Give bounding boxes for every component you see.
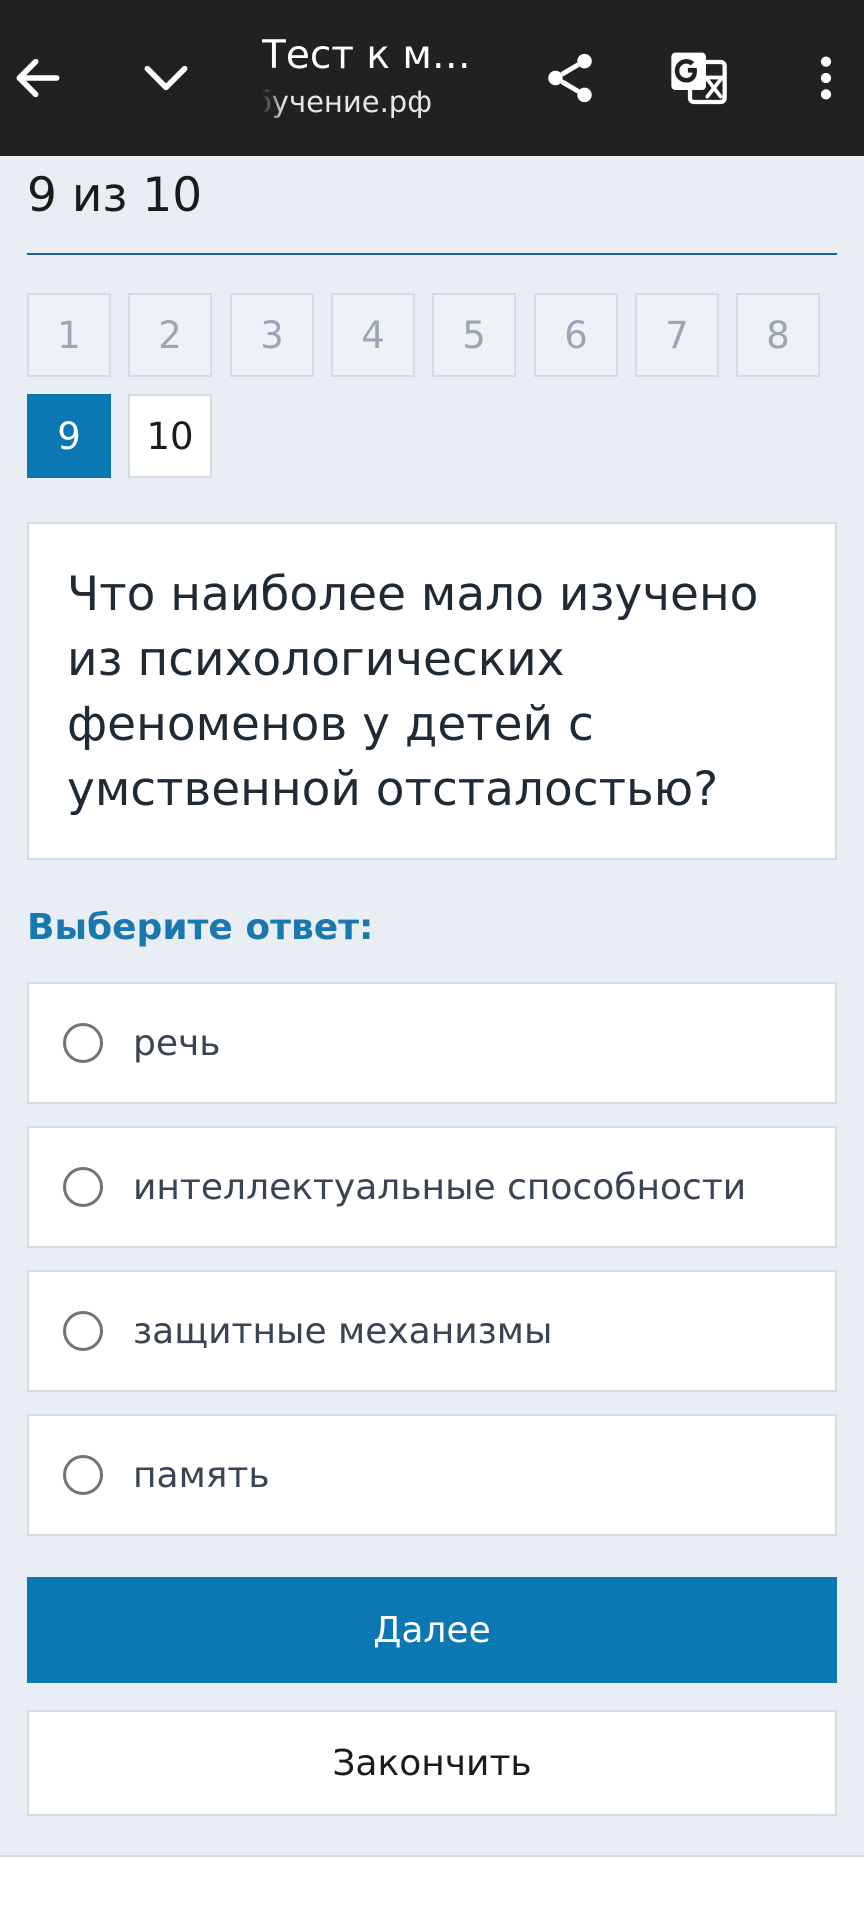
answer-prompt: Выберите ответ: bbox=[27, 907, 374, 948]
answer-option-label: интеллектуальные способности bbox=[133, 1166, 747, 1208]
next-button[interactable]: Далее bbox=[27, 1577, 837, 1683]
question-number-button[interactable]: 9 bbox=[27, 394, 111, 478]
question-number-button[interactable]: 1 bbox=[27, 293, 111, 377]
radio-button[interactable] bbox=[63, 1311, 103, 1351]
bottom-strip bbox=[0, 1855, 864, 1922]
progress-divider bbox=[27, 253, 837, 255]
answer-option[interactable]: речь bbox=[27, 982, 837, 1104]
collapse-button[interactable] bbox=[116, 28, 216, 128]
back-button[interactable] bbox=[0, 28, 88, 128]
question-number-button[interactable]: 6 bbox=[534, 293, 618, 377]
question-number-button[interactable]: 4 bbox=[331, 293, 415, 377]
question-number-button[interactable]: 2 bbox=[128, 293, 212, 377]
answer-option[interactable]: интеллектуальные способности bbox=[27, 1126, 837, 1248]
radio-button[interactable] bbox=[63, 1455, 103, 1495]
radio-button[interactable] bbox=[63, 1167, 103, 1207]
translate-icon bbox=[671, 52, 727, 105]
answer-option-label: защитные механизмы bbox=[133, 1310, 553, 1352]
browser-top-bar: Тест к мо... обучение.рф bbox=[0, 0, 864, 156]
answer-option[interactable]: память bbox=[27, 1414, 837, 1536]
finish-button[interactable]: Закончить bbox=[27, 1710, 837, 1816]
translate-button[interactable] bbox=[648, 28, 748, 128]
back-arrow-icon bbox=[16, 58, 60, 98]
share-button[interactable] bbox=[520, 28, 620, 128]
quiz-progress: 9 из 10 bbox=[27, 168, 203, 223]
page-title-block[interactable]: Тест к мо... обучение.рф bbox=[262, 30, 492, 122]
question-number-button[interactable]: 7 bbox=[635, 293, 719, 377]
chevron-down-icon bbox=[144, 65, 188, 91]
question-number-button[interactable]: 3 bbox=[230, 293, 314, 377]
question-number-button[interactable]: 5 bbox=[432, 293, 516, 377]
question-card: Что наиболее мало изучено из психологиче… bbox=[27, 522, 837, 860]
question-number-button[interactable]: 10 bbox=[128, 394, 212, 478]
answer-option-label: память bbox=[133, 1454, 270, 1496]
more-vert-icon bbox=[820, 56, 832, 100]
radio-button[interactable] bbox=[63, 1023, 103, 1063]
more-menu-button[interactable] bbox=[776, 28, 864, 128]
share-icon bbox=[548, 53, 592, 103]
browser-url: обучение.рф bbox=[262, 85, 432, 119]
browser-page-title: Тест к мо... bbox=[262, 33, 492, 78]
answer-option[interactable]: защитные механизмы bbox=[27, 1270, 837, 1392]
question-text: Что наиболее мало изучено из психологиче… bbox=[67, 567, 759, 817]
question-number-button[interactable]: 8 bbox=[736, 293, 820, 377]
answer-option-label: речь bbox=[133, 1022, 221, 1064]
